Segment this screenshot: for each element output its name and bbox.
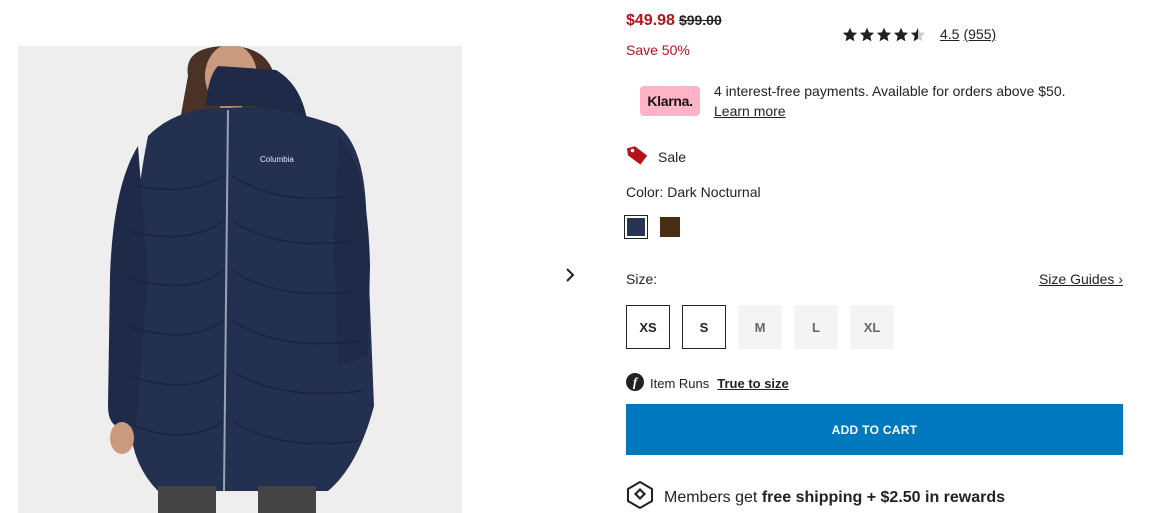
sale-badge: Sale — [626, 144, 686, 169]
klarna-learn-more-link[interactable]: Learn more — [714, 101, 786, 121]
review-count[interactable]: (955) — [963, 26, 996, 42]
members-rewards-icon — [626, 480, 654, 513]
svg-text:Columbia: Columbia — [260, 155, 294, 164]
fit-predictor-icon: f — [626, 373, 644, 394]
color-swatch-dark-nocturnal[interactable] — [624, 215, 648, 239]
sale-label: Sale — [658, 148, 687, 165]
star-rating — [842, 27, 926, 42]
savings-text: Save 50% — [626, 42, 690, 58]
color-label: Color: Dark Nocturnal — [626, 184, 761, 200]
size-label: Size: — [626, 271, 658, 287]
size-option-l[interactable]: L — [794, 305, 838, 349]
members-benefit: Members get free shipping + $2.50 in rew… — [626, 480, 1005, 513]
add-to-cart-button[interactable]: ADD TO CART — [626, 404, 1123, 455]
product-image[interactable]: Columbia — [18, 46, 462, 513]
fit-prefix: Item Runs — [650, 376, 710, 391]
original-price: $99.00 — [678, 12, 722, 28]
fit-predictor: f Item Runs True to size — [626, 373, 789, 394]
size-option-xl[interactable]: XL — [850, 305, 894, 349]
star-icon — [859, 27, 875, 41]
sale-price: $49.98 — [626, 12, 675, 29]
size-option-m[interactable]: M — [738, 305, 782, 349]
size-options: XS S M L XL — [626, 305, 894, 349]
star-icon — [910, 27, 926, 41]
price-row: $49.98 $99.00 — [626, 12, 722, 30]
rating[interactable]: 4.5 (955) — [842, 26, 996, 42]
true-to-size-link[interactable]: True to size — [717, 376, 789, 391]
swatch-fill — [627, 218, 645, 236]
members-benefit-bold: free shipping + $2.50 in rewards — [761, 488, 1006, 506]
klarna-logo: Klarna. — [640, 86, 700, 116]
swatch-fill — [660, 217, 680, 237]
klarna-message-text: 4 interest-free payments. Available for … — [714, 83, 1066, 99]
price-tag-icon — [626, 144, 648, 169]
size-option-s[interactable]: S — [682, 305, 726, 349]
star-icon — [842, 27, 858, 41]
members-prefix: Members get — [664, 488, 758, 506]
size-option-xs[interactable]: XS — [626, 305, 670, 349]
size-guides-link[interactable]: Size Guides › — [1039, 271, 1123, 287]
color-swatch-brown[interactable] — [658, 215, 682, 239]
color-swatches — [624, 215, 682, 239]
klarna-message: 4 interest-free payments. Available for … — [714, 81, 1066, 121]
rating-value[interactable]: 4.5 — [940, 26, 959, 42]
chevron-right-icon — [565, 267, 575, 287]
star-icon — [893, 27, 909, 41]
star-icon — [876, 27, 892, 41]
members-text: Members get free shipping + $2.50 in rew… — [664, 489, 1005, 507]
carousel-next-button[interactable] — [559, 266, 581, 288]
